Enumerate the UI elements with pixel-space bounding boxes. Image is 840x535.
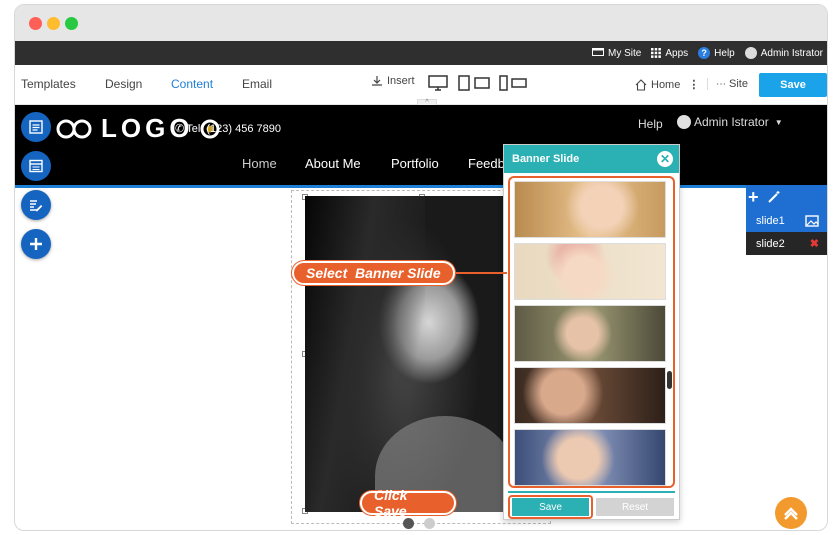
carousel-dot-active[interactable] bbox=[403, 518, 414, 529]
avatar bbox=[677, 115, 691, 129]
slide-item-label: slide2 bbox=[756, 237, 785, 250]
banner-thumbnail[interactable] bbox=[514, 181, 666, 238]
close-window-button[interactable] bbox=[29, 17, 42, 30]
magic-wand-icon[interactable] bbox=[767, 190, 781, 204]
grid-icon bbox=[651, 48, 662, 58]
banner-slide-panel: Banner Slide ✕ Save Reset bbox=[503, 144, 680, 520]
callout-select-banner-text: Select Banner Slide bbox=[306, 265, 441, 281]
tab-content[interactable]: Content bbox=[171, 77, 213, 91]
more-vertical-icon: ⋮ bbox=[688, 79, 700, 91]
banner-thumbnail[interactable] bbox=[514, 243, 666, 300]
carousel-dot[interactable] bbox=[424, 518, 435, 529]
callout-click-save-text: Click Save bbox=[374, 487, 408, 519]
house-icon bbox=[635, 78, 647, 91]
my-site-label: My Site bbox=[608, 47, 642, 59]
tablet-portrait-icon[interactable] bbox=[458, 75, 470, 91]
caret-down-icon: ▼ bbox=[774, 117, 783, 127]
site-help-link[interactable]: Help bbox=[638, 117, 663, 131]
help-icon: ? bbox=[698, 47, 711, 59]
add-slide-icon[interactable]: + bbox=[748, 188, 759, 206]
help-link[interactable]: ? Help bbox=[698, 47, 735, 59]
nav-feedback[interactable]: Feedb bbox=[468, 156, 505, 171]
callout-connector bbox=[455, 272, 507, 274]
my-site-link[interactable]: My Site bbox=[592, 48, 641, 59]
layout-tool-button[interactable] bbox=[21, 112, 51, 142]
sitemap-icon: ⋯ bbox=[716, 78, 726, 90]
edit-list-icon bbox=[30, 200, 43, 212]
banner-thumbnail-list bbox=[508, 176, 675, 488]
site-label: Site bbox=[729, 78, 748, 90]
edit-tool-button[interactable] bbox=[21, 190, 51, 220]
insert-button[interactable]: Insert bbox=[371, 75, 415, 87]
nav-home[interactable]: Home bbox=[242, 156, 277, 171]
title-bar bbox=[15, 5, 827, 41]
page-icon bbox=[29, 159, 43, 173]
help-label: Help bbox=[714, 47, 735, 59]
apps-label: Apps bbox=[665, 47, 689, 59]
maximize-window-button[interactable] bbox=[65, 17, 78, 30]
phone-icon: ✆ bbox=[175, 123, 185, 135]
phone-landscape-icon[interactable] bbox=[511, 78, 527, 88]
header-divider bbox=[15, 185, 827, 188]
desktop-view-icon[interactable] bbox=[428, 75, 448, 91]
site-user-menu[interactable]: Admin Istrator ▼ bbox=[677, 115, 783, 129]
user-menu[interactable]: Admin Istrator bbox=[744, 47, 823, 59]
monitor-icon bbox=[592, 48, 605, 56]
tablet-landscape-icon[interactable] bbox=[474, 77, 490, 89]
infinity-logo-icon bbox=[56, 119, 92, 138]
tab-email[interactable]: Email bbox=[242, 77, 272, 91]
tab-templates[interactable]: Templates bbox=[21, 77, 76, 91]
image-icon[interactable] bbox=[805, 214, 819, 227]
tab-design[interactable]: Design bbox=[105, 77, 142, 91]
site-header: LOGO ✆ Tel. (123) 456 7890 Help Admin Is… bbox=[15, 105, 827, 185]
home-label: Home bbox=[651, 78, 681, 91]
banner-thumbnail[interactable] bbox=[514, 305, 666, 362]
browser-window: My Site Apps ? Help Admin Istrator Templ… bbox=[14, 4, 828, 531]
phone-portrait-icon[interactable] bbox=[499, 75, 508, 91]
layout-icon bbox=[29, 120, 43, 134]
nav-portfolio[interactable]: Portfolio bbox=[391, 156, 439, 171]
home-page-selector[interactable]: Home ⋮ bbox=[635, 78, 699, 91]
callout-click-save: Click Save bbox=[360, 487, 456, 519]
scroll-to-top-button[interactable] bbox=[775, 497, 807, 529]
slide-list: + slide1 slide2 ✖ bbox=[746, 185, 827, 255]
callout-select-banner: Select Banner Slide bbox=[292, 261, 455, 285]
site-menu[interactable]: ⋯ Site bbox=[707, 78, 748, 90]
panel-title: Banner Slide bbox=[512, 153, 580, 165]
nav-about-me[interactable]: About Me bbox=[305, 156, 361, 171]
panel-divider bbox=[508, 491, 675, 493]
phone-contact: ✆ Tel. (123) 456 7890 bbox=[175, 122, 282, 136]
phone-number: Tel. (123) 456 7890 bbox=[186, 122, 282, 135]
insert-label: Insert bbox=[387, 75, 415, 87]
slide-item-label: slide1 bbox=[756, 214, 785, 227]
panel-save-button[interactable]: Save bbox=[512, 498, 589, 516]
admin-bar: My Site Apps ? Help Admin Istrator bbox=[15, 41, 827, 65]
save-button[interactable]: Save bbox=[759, 73, 827, 97]
apps-link[interactable]: Apps bbox=[651, 48, 688, 59]
editor-toolbar: Templates Design Content Email Insert ^ … bbox=[15, 65, 827, 107]
banner-image[interactable] bbox=[305, 196, 505, 512]
avatar-icon bbox=[744, 47, 757, 59]
panel-reset-button[interactable]: Reset bbox=[596, 498, 674, 516]
add-element-button[interactable] bbox=[21, 229, 51, 259]
minimize-window-button[interactable] bbox=[47, 17, 60, 30]
plus-icon bbox=[30, 238, 42, 250]
banner-thumbnail[interactable] bbox=[514, 367, 666, 424]
scrollbar-thumb[interactable] bbox=[667, 371, 672, 389]
panel-header: Banner Slide ✕ bbox=[504, 145, 679, 173]
page-tool-button[interactable] bbox=[21, 151, 51, 181]
slide-item-1[interactable]: slide1 bbox=[746, 209, 827, 232]
download-icon bbox=[372, 76, 382, 86]
slide-list-toolbar: + bbox=[746, 185, 827, 209]
close-icon[interactable]: ✕ bbox=[657, 151, 673, 167]
slide-item-2[interactable]: slide2 ✖ bbox=[746, 232, 827, 255]
site-user-name: Admin Istrator bbox=[694, 115, 769, 129]
chevron-up-icon bbox=[784, 507, 798, 520]
user-name: Admin Istrator bbox=[760, 47, 823, 59]
banner-thumbnail[interactable] bbox=[514, 429, 666, 486]
delete-icon[interactable]: ✖ bbox=[810, 237, 819, 250]
